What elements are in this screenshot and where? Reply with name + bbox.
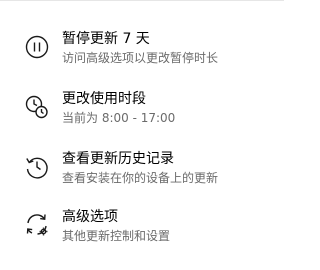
history-icon	[24, 154, 50, 180]
update-history-option[interactable]: 查看更新历史记录 查看安装在你的设备上的更新	[20, 150, 270, 194]
active-hours-description: 当前为 8:00 - 17:00	[62, 111, 176, 125]
advanced-options-title: 高级选项	[62, 209, 118, 225]
update-history-title: 查看更新历史记录	[62, 151, 174, 167]
pause-icon	[24, 34, 50, 60]
pause-updates-description: 访问高级选项以更改暂停时长	[62, 51, 219, 65]
pause-updates-option[interactable]: 暂停更新 7 天 访问高级选项以更改暂停时长	[20, 30, 270, 74]
active-hours-title: 更改使用时段	[62, 91, 146, 107]
top-divider	[0, 0, 284, 1]
clock-history-icon	[24, 94, 50, 120]
active-hours-option[interactable]: 更改使用时段 当前为 8:00 - 17:00	[20, 90, 270, 134]
update-history-description: 查看安装在你的设备上的更新	[62, 171, 219, 185]
sync-settings-icon	[24, 212, 50, 238]
advanced-options-description: 其他更新控制和设置	[62, 229, 171, 243]
advanced-options-option[interactable]: 高级选项 其他更新控制和设置	[20, 208, 270, 252]
pause-updates-title: 暂停更新 7 天	[62, 31, 150, 47]
